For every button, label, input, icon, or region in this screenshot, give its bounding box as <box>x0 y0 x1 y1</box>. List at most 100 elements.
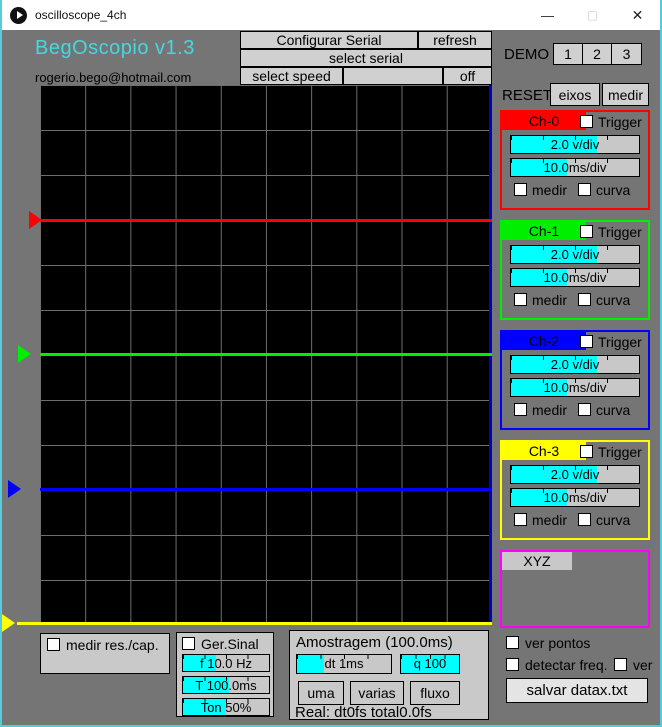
ch2-trace-line <box>40 488 492 491</box>
ch0-level-marker[interactable] <box>29 211 42 229</box>
ch2-tdiv-slider[interactable]: 10.0ms/div <box>510 378 640 397</box>
ch3-trigger-checkbox[interactable] <box>580 445 593 458</box>
salvar-datax-button[interactable]: salvar datax.txt <box>506 678 648 703</box>
window-title: oscilloscope_4ch <box>35 8 127 22</box>
serial-off-button[interactable]: off <box>443 67 492 85</box>
ch2-level-marker[interactable] <box>8 480 21 498</box>
ch1-trigger-label: Trigger <box>598 224 642 240</box>
ch3-level-marker[interactable] <box>2 614 15 632</box>
ch2-medir-checkbox[interactable] <box>514 403 527 416</box>
ton-slider[interactable]: Ton 50% <box>182 698 270 716</box>
ger-sinal-label: Ger.Sinal <box>201 636 259 652</box>
amostragem-panel: Amostragem (100.0ms) dt 1ms q 100 uma va… <box>289 630 489 721</box>
ch2-header: Ch-2 <box>502 332 586 350</box>
detectar-freq-checkbox[interactable] <box>506 658 519 671</box>
ch1-header: Ch-1 <box>502 222 586 240</box>
ch1-curva-label: curva <box>596 292 631 308</box>
freq-slider[interactable]: f 10.0 Hz <box>182 654 270 672</box>
ch1-vdiv-slider[interactable]: 2.0 v/div <box>510 245 640 264</box>
ch0-tdiv-slider[interactable]: 10.0ms/div <box>510 158 640 177</box>
ch1-medir-checkbox[interactable] <box>514 293 527 306</box>
select-serial-dropdown[interactable]: select serial <box>240 49 492 67</box>
real-status-text: Real: dt0fs total0.0fs <box>295 704 432 721</box>
ver-checkbox[interactable] <box>614 658 627 671</box>
app-title: BegOscopio v1.3 <box>35 37 195 59</box>
varias-button[interactable]: varias <box>350 681 404 705</box>
refresh-button[interactable]: refresh <box>418 31 492 49</box>
xyz-panel: XYZ <box>500 550 650 628</box>
ch0-medir-label: medir <box>532 182 568 198</box>
ch3-vdiv-label: 2.0 v/div <box>550 467 600 482</box>
medir-res-label: medir res./cap. <box>66 637 159 653</box>
ch0-vdiv-slider[interactable]: 2.0 v/div <box>510 135 640 154</box>
demo-2-button[interactable]: 2 <box>582 43 612 65</box>
author-email: rogerio.bego@hotmail.com <box>35 70 192 85</box>
minimize-button[interactable]: — <box>525 0 570 30</box>
ch0-tdiv-label: 10.0ms/div <box>543 160 607 175</box>
medir-res-checkbox[interactable] <box>47 638 60 651</box>
channel-panel-ch2: Ch-2 Trigger 2.0 v/div 10.0ms/div medir … <box>500 330 650 430</box>
period-slider[interactable]: T 100.0ms <box>182 676 270 694</box>
channel-panel-ch0: Ch-0 Trigger 2.0 v/div 10.0ms/div medir … <box>500 110 650 210</box>
close-button[interactable]: ✕ <box>615 0 660 30</box>
ger-sinal-panel: Ger.Sinal f 10.0 Hz T 100.0ms Ton 50% <box>176 632 274 717</box>
ch0-trigger-label: Trigger <box>598 114 642 130</box>
title-bar[interactable]: oscilloscope_4ch — ▢ ✕ <box>2 0 660 30</box>
ch2-vdiv-slider[interactable]: 2.0 v/div <box>510 355 640 374</box>
ch0-trigger-checkbox[interactable] <box>580 115 593 128</box>
reset-eixos-button[interactable]: eixos <box>550 83 600 106</box>
ch2-curva-label: curva <box>596 402 631 418</box>
reset-medir-button[interactable]: medir <box>602 83 649 106</box>
ch3-medir-checkbox[interactable] <box>514 513 527 526</box>
ver-pontos-label: ver pontos <box>525 635 591 651</box>
maximize-button[interactable]: ▢ <box>570 0 615 30</box>
ch0-curva-label: curva <box>596 182 631 198</box>
dt-slider[interactable]: dt 1ms <box>296 654 392 674</box>
ch0-curva-checkbox[interactable] <box>578 183 591 196</box>
configurar-serial-button[interactable]: Configurar Serial <box>240 31 418 49</box>
ch2-medir-label: medir <box>532 402 568 418</box>
detectar-freq-label: detectar freq. <box>525 657 608 673</box>
reset-label: RESET <box>502 87 553 104</box>
ch1-curva-checkbox[interactable] <box>578 293 591 306</box>
freq-label: f 10.0 Hz <box>199 656 253 671</box>
ch3-trigger-label: Trigger <box>598 444 642 460</box>
select-speed-label[interactable]: select speed <box>240 67 343 85</box>
ch3-vdiv-slider[interactable]: 2.0 v/div <box>510 465 640 484</box>
demo-3-button[interactable]: 3 <box>611 43 642 65</box>
window-controls: — ▢ ✕ <box>525 0 660 30</box>
ch3-curva-checkbox[interactable] <box>578 513 591 526</box>
ch1-vdiv-label: 2.0 v/div <box>550 247 600 262</box>
ver-pontos-checkbox[interactable] <box>506 636 519 649</box>
ch0-header: Ch-0 <box>502 112 586 130</box>
ton-label: Ton 50% <box>200 700 252 715</box>
ch2-curva-checkbox[interactable] <box>578 403 591 416</box>
speed-value-dropdown[interactable] <box>343 67 443 85</box>
demo-label: DEMO <box>504 46 549 63</box>
ch3-tdiv-slider[interactable]: 10.0ms/div <box>510 488 640 507</box>
ch0-trace-line <box>40 219 492 222</box>
uma-button[interactable]: uma <box>298 681 344 705</box>
app-icon <box>10 6 27 24</box>
ch0-medir-checkbox[interactable] <box>514 183 527 196</box>
ch1-medir-label: medir <box>532 292 568 308</box>
demo-1-button[interactable]: 1 <box>553 43 583 65</box>
ch1-trigger-checkbox[interactable] <box>580 225 593 238</box>
ch2-tdiv-label: 10.0ms/div <box>543 380 607 395</box>
scope-area <box>2 85 494 632</box>
channel-panel-ch1: Ch-1 Trigger 2.0 v/div 10.0ms/div medir … <box>500 220 650 320</box>
app-window: oscilloscope_4ch — ▢ ✕ BegOscopio v1.3 r… <box>0 0 662 727</box>
ch3-tdiv-label: 10.0ms/div <box>543 490 607 505</box>
ch2-trigger-label: Trigger <box>598 334 642 350</box>
channel-panel-ch3: Ch-3 Trigger 2.0 v/div 10.0ms/div medir … <box>500 440 650 540</box>
period-label: T 100.0ms <box>195 678 257 693</box>
q-slider[interactable]: q 100 <box>400 654 460 674</box>
ch1-level-marker[interactable] <box>18 345 31 363</box>
ch1-tdiv-slider[interactable]: 10.0ms/div <box>510 268 640 287</box>
ch2-trigger-checkbox[interactable] <box>580 335 593 348</box>
ch3-trace-line <box>17 622 492 625</box>
ch3-medir-label: medir <box>532 512 568 528</box>
main-area: BegOscopio v1.3 rogerio.bego@hotmail.com… <box>2 30 660 725</box>
fluxo-button[interactable]: fluxo <box>410 681 460 705</box>
ger-sinal-checkbox[interactable] <box>182 637 195 650</box>
